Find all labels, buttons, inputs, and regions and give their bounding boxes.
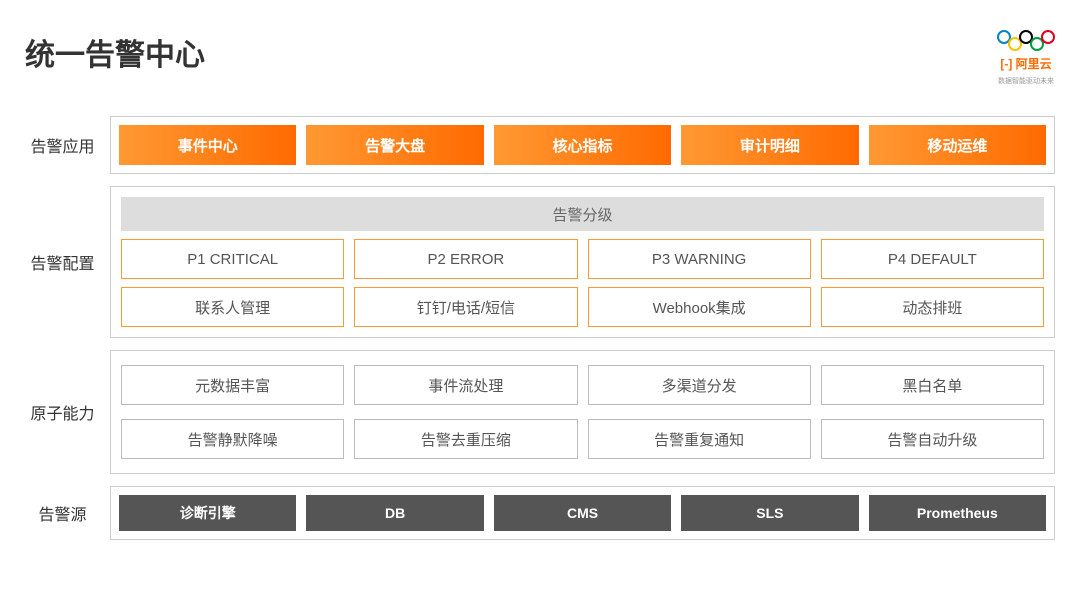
row-atomic-label: 原子能力 (25, 350, 100, 474)
priority-item: P4 DEFAULT (821, 239, 1044, 279)
atomic-item: 黑白名单 (821, 365, 1044, 405)
row-app-label: 告警应用 (25, 116, 100, 174)
contact-item: Webhook集成 (588, 287, 811, 327)
contact-item: 钉钉/电话/短信 (354, 287, 577, 327)
atomic-item: 告警重复通知 (588, 419, 811, 459)
app-item: 告警大盘 (306, 125, 483, 165)
brand-sublabel: 数据智能驱动未来 (998, 76, 1054, 86)
contact-item: 联系人管理 (121, 287, 344, 327)
priority-item: P3 WARNING (588, 239, 811, 279)
row-source: 告警源 诊断引擎 DB CMS SLS Prometheus (25, 486, 1055, 540)
atomic-item: 告警自动升级 (821, 419, 1044, 459)
atomic-item: 多渠道分发 (588, 365, 811, 405)
app-item: 移动运维 (869, 125, 1046, 165)
row-source-content: 诊断引擎 DB CMS SLS Prometheus (110, 486, 1055, 540)
row-atomic: 原子能力 元数据丰富 事件流处理 多渠道分发 黑白名单 告警静默降噪 告警去重压… (25, 350, 1055, 474)
contact-item: 动态排班 (821, 287, 1044, 327)
source-item: DB (306, 495, 483, 531)
row-config-content: 告警分级 P1 CRITICAL P2 ERROR P3 WARNING P4 … (110, 186, 1055, 338)
row-atomic-content: 元数据丰富 事件流处理 多渠道分发 黑白名单 告警静默降噪 告警去重压缩 告警重… (110, 350, 1055, 474)
source-item: 诊断引擎 (119, 495, 296, 531)
olympic-rings-icon (997, 30, 1055, 51)
atomic-item: 告警静默降噪 (121, 419, 344, 459)
row-app: 告警应用 事件中心 告警大盘 核心指标 审计明细 移动运维 (25, 116, 1055, 174)
atomic-item: 元数据丰富 (121, 365, 344, 405)
header: 统一告警中心 [-] 阿里云 数据智能驱动未来 (25, 30, 1055, 86)
page-title: 统一告警中心 (25, 30, 205, 74)
priority-item: P1 CRITICAL (121, 239, 344, 279)
priority-item: P2 ERROR (354, 239, 577, 279)
source-item: CMS (494, 495, 671, 531)
app-item: 事件中心 (119, 125, 296, 165)
logo-area: [-] 阿里云 数据智能驱动未来 (997, 30, 1055, 86)
row-config-label: 告警配置 (25, 186, 100, 338)
config-header: 告警分级 (121, 197, 1044, 231)
row-config: 告警配置 告警分级 P1 CRITICAL P2 ERROR P3 WARNIN… (25, 186, 1055, 338)
row-source-label: 告警源 (25, 486, 100, 540)
atomic-item: 事件流处理 (354, 365, 577, 405)
app-item: 核心指标 (494, 125, 671, 165)
brand-label: [-] 阿里云 (1000, 55, 1051, 72)
row-app-content: 事件中心 告警大盘 核心指标 审计明细 移动运维 (110, 116, 1055, 174)
source-item: SLS (681, 495, 858, 531)
source-item: Prometheus (869, 495, 1046, 531)
app-item: 审计明细 (681, 125, 858, 165)
atomic-item: 告警去重压缩 (354, 419, 577, 459)
